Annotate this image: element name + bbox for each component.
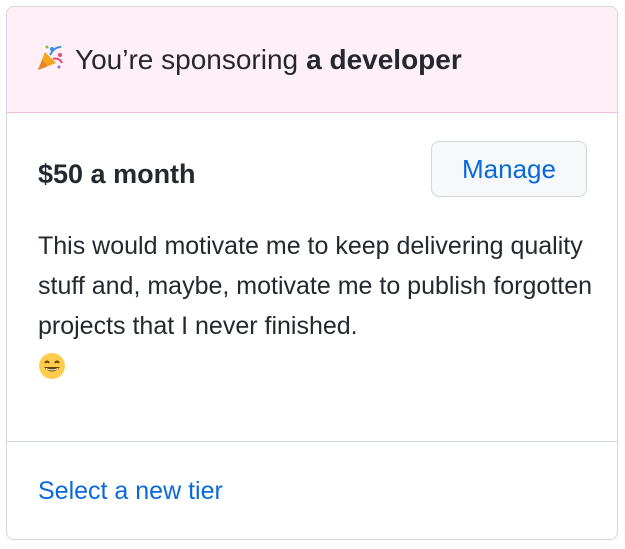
select-new-tier-link[interactable]: Select a new tier — [38, 477, 223, 506]
tier-price: $50 a month — [38, 159, 196, 189]
sponsorship-card: You’re sponsoring a developer $50 a mont… — [6, 6, 618, 540]
header-text-strong: a developer — [306, 43, 462, 75]
divider — [7, 441, 617, 442]
tier-row: $50 a month Manage — [7, 113, 617, 233]
tier-description: This would motivate me to keep deliverin… — [38, 226, 598, 380]
header-text: You’re sponsoring — [75, 43, 299, 75]
party-popper-icon — [35, 43, 65, 73]
sponsorship-header: You’re sponsoring a developer — [7, 7, 617, 113]
grinning-face-icon — [38, 352, 66, 380]
manage-button[interactable]: Manage — [431, 141, 587, 197]
tier-description-text: This would motivate me to keep deliverin… — [38, 232, 593, 340]
